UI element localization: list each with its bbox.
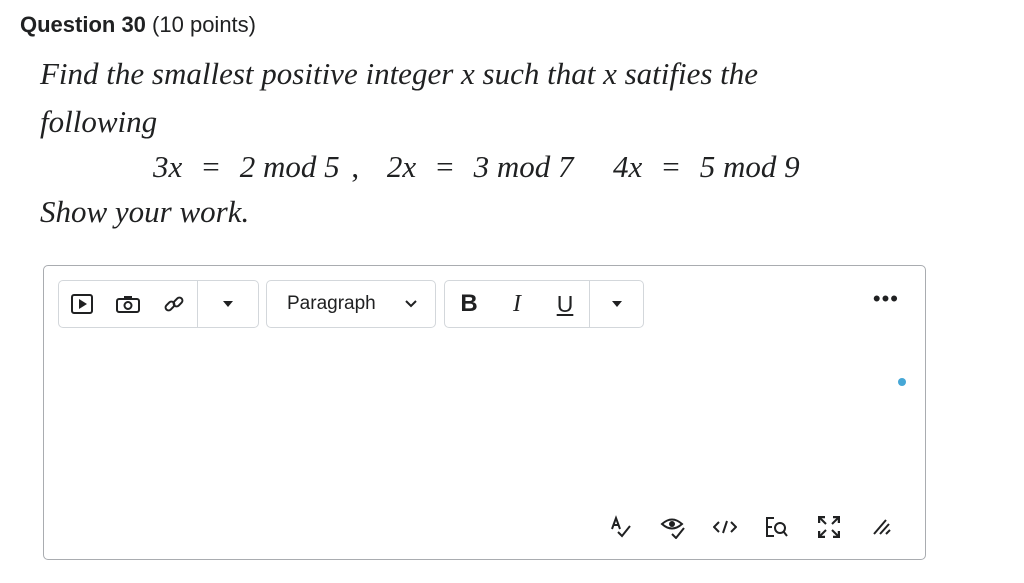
fullscreen-icon [818,516,840,538]
eq1-rhs: 2 mod 5 [239,149,340,184]
congruence-equations: 3x = 2 mod 5 , 2x = 3 mod 7 4x = 5 mod 9 [153,145,800,189]
bold-button[interactable]: B [445,281,493,327]
eq1-lhs: 3x [153,149,183,184]
prompt-line-1: Find the smallest positive integer x suc… [40,56,759,91]
chevron-down-icon [405,300,417,308]
text-format-toolbar-group: B I U [444,280,644,328]
video-icon [71,294,93,314]
eq3-equals: = [662,149,680,184]
eq2-rhs: 3 mod 7 [473,149,574,184]
answer-editor[interactable]: Paragraph B I U ••• [43,265,926,560]
eq3-lhs: 4x [613,149,643,184]
media-toolbar-group [58,280,259,328]
question-number: Question 30 [20,12,146,37]
eq2-lhs: 2x [386,149,417,184]
italic-button[interactable]: I [493,281,541,327]
status-dot [898,378,906,386]
paragraph-format-select[interactable]: Paragraph [266,280,436,328]
show-work-text: Show your work. [40,194,250,229]
insert-dropdown-button[interactable] [198,281,258,327]
question-prompt: Find the smallest positive integer x suc… [40,50,940,146]
link-icon [164,296,184,312]
spellcheck-icon [611,515,631,538]
paragraph-label: Paragraph [287,293,376,314]
question-points: (10 points) [152,12,256,37]
video-button[interactable] [59,281,105,327]
resize-handle[interactable] [855,509,907,545]
more-options-button[interactable]: ••• [873,288,899,310]
find-replace-icon [766,517,788,537]
camera-button[interactable] [105,281,151,327]
link-button[interactable] [151,281,197,327]
eq-comma: , [351,149,360,184]
editor-bottom-bar [595,509,907,545]
resize-handle-icon [873,519,891,535]
dropdown-arrow-icon [223,301,233,307]
dropdown-arrow-icon [611,301,622,307]
eq1-equals: = [202,149,220,184]
accessibility-check-button[interactable] [647,509,699,545]
code-view-icon [713,520,737,534]
underline-button[interactable]: U [541,281,589,327]
fullscreen-button[interactable] [803,509,855,545]
code-view-button[interactable] [699,509,751,545]
format-dropdown-button[interactable] [590,281,643,327]
prompt-line-2: following [40,104,158,139]
spellcheck-button[interactable] [595,509,647,545]
accessibility-check-icon [660,518,685,539]
eq2-equals: = [436,149,454,184]
eq3-rhs: 5 mod 9 [699,149,800,184]
find-replace-button[interactable] [751,509,803,545]
question-header: Question 30 (10 points) [20,12,256,38]
camera-icon [116,296,140,313]
